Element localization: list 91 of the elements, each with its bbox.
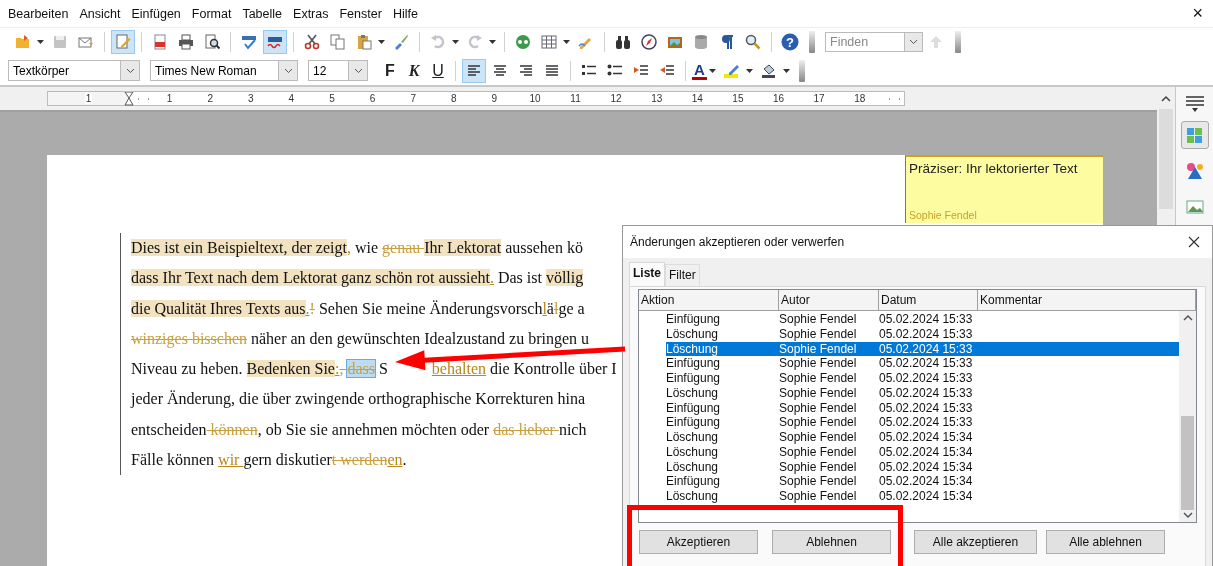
italic-button[interactable]: K (402, 58, 426, 83)
change-row[interactable]: Löschung Sophie Fendel 05.02.2024 15:34 (666, 444, 1179, 460)
tab[interactable]: Liste (629, 262, 665, 286)
change-row[interactable]: Einfügung Sophie Fendel 05.02.2024 15:33 (666, 415, 1179, 430)
blocks-icon[interactable] (1180, 121, 1209, 149)
underline-button[interactable]: U (426, 58, 450, 83)
menu-item[interactable]: Fenster (339, 6, 382, 21)
comment-text: Präziser: Ihr lektorierter Text (909, 161, 1079, 176)
column-header[interactable]: Datum (879, 290, 978, 310)
dialog-title: Änderungen akzeptieren oder verwerfen (630, 235, 845, 249)
caret-icon[interactable] (452, 40, 459, 44)
column-header[interactable]: Aktion (639, 290, 779, 310)
change-row[interactable]: Löschung Sophie Fendel 05.02.2024 15:34 (666, 489, 1179, 504)
change-row[interactable]: Einfügung Sophie Fendel 05.02.2024 15:33 (666, 312, 1179, 327)
text-line: entscheiden können, ob Sie sie annehmen möchten oder das lieber nich (131, 419, 588, 440)
change-row[interactable]: Löschung Sophie Fendel 05.02.2024 15:33 (666, 326, 1179, 342)
toolbar-handle[interactable] (798, 59, 805, 82)
ruler-number: 6 (368, 93, 377, 104)
caret-icon[interactable] (37, 40, 44, 44)
menu-item[interactable]: Hilfe (392, 6, 418, 21)
change-row[interactable]: Löschung Sophie Fendel 05.02.2024 15:34 (666, 430, 1179, 445)
menu-item[interactable]: Bearbeiten (8, 6, 69, 21)
change-row[interactable]: Löschung Sophie Fendel 05.02.2024 15:33 (666, 385, 1179, 401)
column-header[interactable]: Autor (779, 290, 879, 310)
ruler-number: 11 (569, 93, 582, 104)
dialog-button[interactable]: Alle akzeptieren (914, 530, 1037, 554)
autospell-icon[interactable] (263, 30, 287, 54)
font-color-button[interactable]: A (692, 61, 707, 80)
ruler-number: 4 (287, 93, 296, 104)
text-line: jeder Änderung, die über zwingende orthographische Korrekturen hina (131, 389, 587, 410)
caret-icon[interactable] (708, 68, 716, 73)
ruler-number: 2 (206, 93, 214, 104)
scroll-up-icon[interactable] (1182, 314, 1193, 321)
ruler-number: 14 (690, 93, 704, 104)
change-row[interactable]: Löschung Sophie Fendel 05.02.2024 15:33 (666, 341, 1179, 357)
caret-icon[interactable] (489, 40, 496, 44)
bold-button[interactable]: F (378, 58, 402, 83)
change-row[interactable]: Einfügung Sophie Fendel 05.02.2024 15:33 (666, 356, 1179, 371)
ruler-number: 1 (165, 93, 174, 104)
chevron-down-icon (125, 67, 135, 74)
menu-icon[interactable] (1184, 95, 1205, 113)
menu-item[interactable]: Format (191, 6, 232, 21)
caret-icon[interactable] (745, 68, 753, 73)
scroll-down-icon[interactable] (1182, 512, 1193, 519)
ruler-number: 10 (528, 93, 542, 104)
tab[interactable]: Filter (665, 264, 700, 286)
chevron-down-icon (909, 39, 918, 45)
caret-icon[interactable] (782, 68, 790, 73)
menu-item[interactable]: Extras (293, 6, 329, 21)
change-row[interactable]: Löschung Sophie Fendel 05.02.2024 15:34 (666, 459, 1179, 475)
search-field[interactable]: Finden (825, 32, 905, 52)
dialog-button[interactable]: Alle ablehnen (1046, 530, 1165, 554)
ruler-number: 5 (328, 93, 336, 104)
chevron-down-icon (283, 67, 293, 74)
align-left-icon[interactable] (462, 58, 486, 83)
dialog-button[interactable]: Akzeptieren (639, 530, 758, 554)
ruler-number: 12 (609, 93, 623, 104)
chevron-down-icon (353, 67, 363, 74)
ruler-number: 1 (84, 93, 93, 104)
indent-marker-icon[interactable] (124, 92, 134, 106)
change-row[interactable]: Einfügung Sophie Fendel 05.02.2024 15:33 (666, 371, 1179, 386)
scroll-up-icon[interactable] (1161, 95, 1171, 103)
paragraph-style-field[interactable]: Textkörper (8, 60, 120, 81)
change-row[interactable]: Einfügung Sophie Fendel 05.02.2024 15:34 (666, 474, 1179, 489)
ruler-number: 9 (490, 93, 499, 104)
dialog-button[interactable]: Ablehnen (772, 530, 891, 554)
ruler-number: 18 (853, 93, 867, 104)
menu-item[interactable]: Ansicht (79, 6, 121, 21)
menu-item[interactable]: Tabelle (242, 6, 283, 21)
column-header[interactable]: Kommentar (978, 290, 1196, 310)
comment-card[interactable]: Präziser: Ihr lektorierter Text Sophie Fendel (905, 155, 1103, 223)
text-line: winziges bisschen näher an den gewünschten Idealzustand zu bringen u (131, 328, 591, 350)
caret-icon[interactable] (563, 40, 570, 44)
ruler-number: 13 (650, 93, 664, 104)
ruler-number: 15 (731, 93, 745, 104)
text-line: Fälle können wir gern diskutiert werdenen. (131, 450, 408, 471)
ruler-number: 7 (409, 93, 417, 104)
ruler-number: 8 (449, 93, 458, 104)
menu-item[interactable]: Einfügen (131, 6, 181, 21)
scrollbar[interactable] (1179, 311, 1196, 522)
ruler-number: 3 (247, 93, 255, 104)
ruler-number: 16 (771, 93, 786, 104)
caret-icon[interactable] (378, 40, 385, 44)
close-icon[interactable] (1188, 236, 1200, 248)
close-button[interactable]: × (1192, 3, 1203, 24)
toolbar-handle[interactable] (809, 31, 815, 53)
toolbar-handle[interactable] (955, 31, 961, 53)
ruler-number: 17 (812, 93, 826, 104)
comment-author: Sophie Fendel (909, 209, 978, 221)
font-name-field[interactable]: Times New Roman (150, 60, 278, 81)
change-row[interactable]: Einfügung Sophie Fendel 05.02.2024 15:33 (666, 400, 1179, 416)
